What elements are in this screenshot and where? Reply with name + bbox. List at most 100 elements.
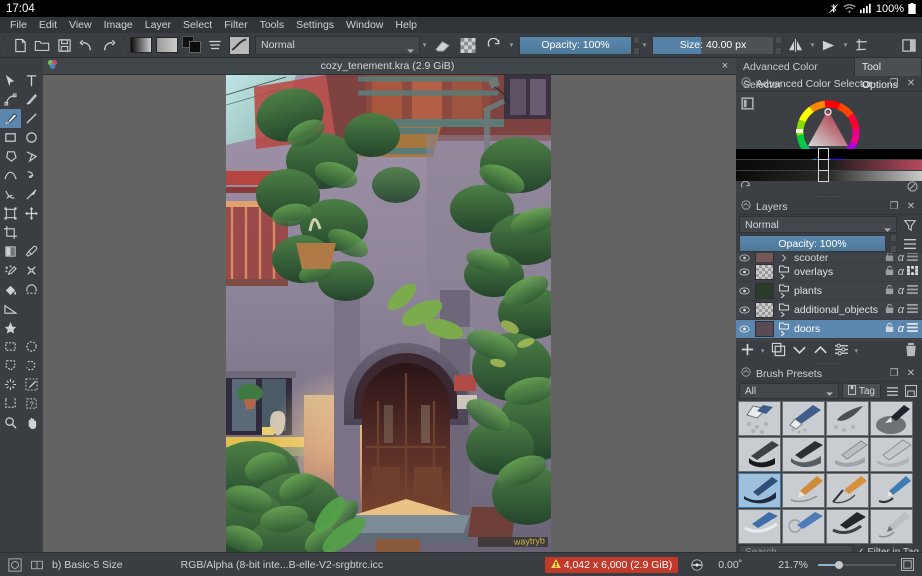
menu-item-edit[interactable]: Edit [33,17,63,33]
alpha-lock-icon[interactable]: α [898,253,904,263]
reload-preset-button[interactable] [481,34,507,57]
toolbar-overflow-arrow[interactable]: ▾ [420,41,429,49]
tool-rectangle[interactable] [0,128,21,147]
tool-pan[interactable] [21,413,42,432]
menu-item-file[interactable]: File [4,17,33,33]
brush-preset-blue-brush[interactable] [738,509,781,544]
slider-handle[interactable] [818,170,829,182]
float-panel-button[interactable]: ❐ [888,78,900,89]
layer-style-icon[interactable] [907,253,918,263]
tool-assistant[interactable] [0,318,21,337]
brush-preset-ink-brush-smooth[interactable] [782,437,825,472]
tool-fill[interactable] [0,280,21,299]
pattern-preset-button[interactable] [154,34,180,57]
eraser-mode-button[interactable] [429,34,455,57]
layer-properties-dropdown-arrow[interactable]: ▾ [855,347,859,355]
tool-gradient[interactable] [0,242,21,261]
tool-select-shapes[interactable] [0,71,21,90]
table-row[interactable]: plants α [736,282,922,301]
advanced-color-selector[interactable] [736,92,922,194]
canvas-stage[interactable]: waytryb [43,75,736,552]
layer-properties-button[interactable] [834,343,849,359]
tool-text[interactable] [21,71,42,90]
layer-opacity-spinner[interactable] [890,234,897,253]
list-view-icon[interactable] [884,383,900,400]
preserve-alpha-button[interactable] [455,34,481,57]
alpha-lock-icon[interactable]: α [898,323,904,335]
add-layer-dropdown-arrow[interactable]: ▾ [761,347,765,355]
color-slider-hue[interactable] [736,160,922,170]
tool-colorize-mask[interactable] [0,261,21,280]
tool-similar-color-select[interactable] [21,375,42,394]
brush-preset-graphite-pencil[interactable] [870,509,913,544]
float-brush-presets-button[interactable]: ❐ [888,368,900,379]
hamburger-menu-icon[interactable] [900,235,919,252]
layer-blending-mode-combo[interactable]: Normal [739,216,897,233]
mirror-v-options-arrow[interactable]: ▾ [841,41,850,49]
layer-visibility-toggle[interactable] [738,325,751,333]
canvas-rotation-value[interactable]: 0.00˚ [718,559,742,571]
redo-button[interactable] [97,34,119,57]
fit-page-icon[interactable] [896,558,918,571]
zoom-level-value[interactable]: 21.7% [778,559,808,571]
lock-icon[interactable] [884,322,895,336]
alpha-lock-icon[interactable]: α [898,285,904,297]
mirror-h-options-arrow[interactable]: ▾ [808,41,817,49]
tool-calligraphy[interactable] [21,90,42,109]
layer-visibility-toggle[interactable] [738,287,751,295]
layer-group-expander[interactable] [778,265,790,279]
tool-multibrush[interactable] [21,185,42,204]
undo-button[interactable] [75,34,97,57]
zoom-slider[interactable] [818,559,896,571]
menu-item-filter[interactable]: Filter [218,17,253,33]
brush-preset-button[interactable] [226,34,252,57]
tool-polygonal-select[interactable] [0,356,21,375]
brush-editor-button[interactable] [204,34,226,57]
menu-item-layer[interactable]: Layer [139,17,177,33]
add-layer-button[interactable] [740,342,755,360]
tool-bezier-select[interactable] [0,394,21,413]
brush-preset-basic-5-size[interactable] [738,473,781,508]
layer-visibility-toggle[interactable] [738,306,751,314]
brush-preset-airbrush-soft[interactable] [826,401,869,436]
layer-style-icon[interactable] [907,285,918,297]
tool-measure[interactable] [0,299,21,318]
brush-preset-grid[interactable] [736,400,922,544]
tool-elliptical-select[interactable] [21,337,42,356]
menu-item-tools[interactable]: Tools [254,17,291,33]
table-row[interactable]: overlays α [736,263,922,282]
brush-preset-ink-brush-rough[interactable] [870,401,913,436]
lock-icon[interactable] [884,265,895,279]
brush-preset-eraser-small[interactable] [782,401,825,436]
color-slider-saturation[interactable] [736,171,922,181]
toolbar-handle[interactable] [2,36,7,54]
status-badge[interactable]: 4,042 x 6,000 (2.9 GiB) [545,557,679,573]
close-brush-presets-button[interactable]: ✕ [905,368,917,379]
brush-preset-pen-tilt[interactable] [826,437,869,472]
tool-zoom[interactable] [0,413,21,432]
menu-item-select[interactable]: Select [177,17,218,33]
tool-polygon[interactable] [0,147,21,166]
menu-item-settings[interactable]: Settings [290,17,340,33]
alpha-lock-icon[interactable]: α [898,304,904,316]
reset-color-icon[interactable] [740,181,751,195]
brush-preset-pencil-soft[interactable] [782,473,825,508]
brush-preset-blue-pen[interactable] [782,509,825,544]
tool-freehand-select[interactable] [21,356,42,375]
gradient-preset-button[interactable] [128,34,154,57]
tool-contiguous-select[interactable] [0,375,21,394]
table-row[interactable]: scooter α [736,253,922,263]
tool-move[interactable] [21,204,42,223]
selection-mask-icon[interactable] [4,558,26,572]
move-layer-up-button[interactable] [813,344,828,359]
tag-button[interactable]: Tag [842,383,881,399]
size-spinner[interactable] [775,36,782,55]
artwork-image[interactable]: waytryb [226,75,551,552]
table-row[interactable]: additional_objects α [736,301,922,320]
duplicate-layer-button[interactable] [771,342,786,360]
layer-style-icon[interactable] [907,304,918,316]
brush-preset-pencil-hard[interactable] [870,473,913,508]
mirror-horizontal-button[interactable] [784,34,808,57]
menu-item-help[interactable]: Help [389,17,423,33]
color-profile-label[interactable]: RGB/Alpha (8-bit inte...B-elle-V2-srgbtr… [181,559,383,571]
